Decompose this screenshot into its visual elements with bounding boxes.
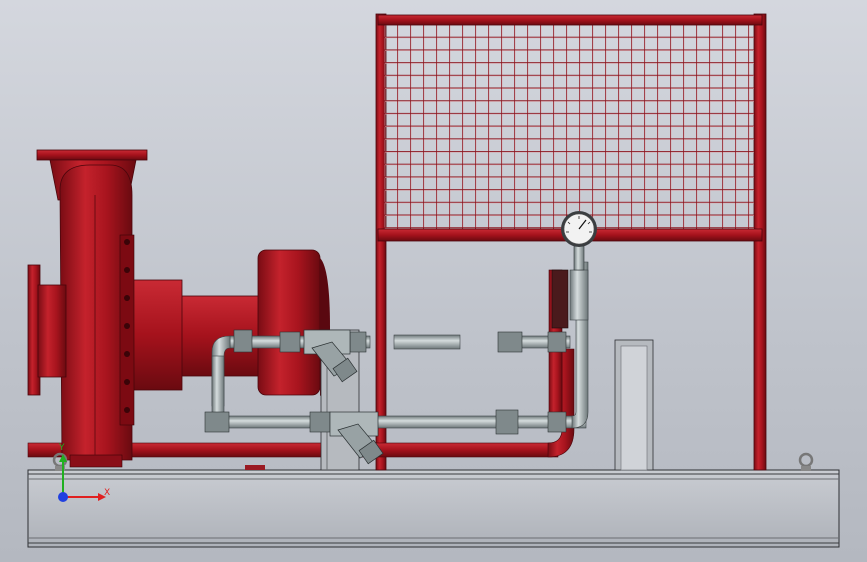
cad-viewport[interactable]: X Y [0, 0, 867, 562]
centrifugal-pump[interactable] [27, 149, 148, 468]
z-axis-dot [58, 492, 68, 502]
lifting-eye-right[interactable] [798, 452, 814, 471]
pressure-gauge[interactable] [561, 211, 597, 271]
skid-base[interactable] [27, 465, 840, 548]
y-axis-label: Y [59, 443, 65, 453]
motor-coupling-guard[interactable] [129, 249, 330, 396]
wire-mesh-panel [384, 24, 754, 232]
x-axis-label: X [104, 488, 111, 498]
isolation-valve[interactable] [551, 269, 569, 329]
pump-skid-model[interactable] [0, 0, 867, 562]
